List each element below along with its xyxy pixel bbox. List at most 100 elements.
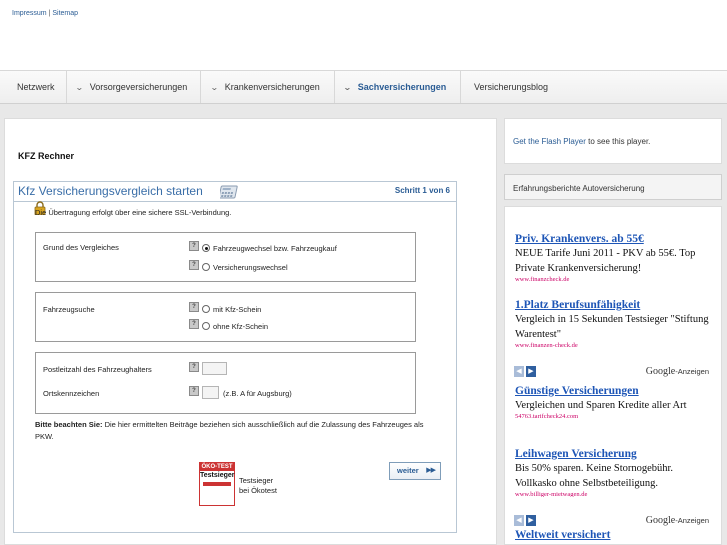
sitemap-link[interactable]: Sitemap bbox=[52, 10, 78, 17]
oekotest-brand: ÖKO-TEST bbox=[200, 463, 234, 471]
ad-item[interactable]: Priv. Krankenvers. ab 55€ NEUE Tarife Ju… bbox=[515, 233, 715, 282]
nav-item-sachversicherungen[interactable]: ⌄ Sachversicherungen bbox=[343, 71, 447, 103]
ad-title[interactable]: Günstige Versicherungen bbox=[515, 385, 715, 397]
flash-player-text: to see this player. bbox=[585, 137, 651, 146]
weiter-button[interactable]: weiter ▶▶ bbox=[389, 462, 441, 480]
nav-item-label: Netzwerk bbox=[17, 82, 55, 92]
help-icon[interactable]: ? bbox=[189, 302, 199, 312]
nav-item-netzwerk[interactable]: Netzwerk bbox=[17, 71, 55, 103]
nav-item-krankenversicherungen[interactable]: ⌄ Krankenversicherungen bbox=[209, 71, 320, 103]
google-word: Google bbox=[645, 515, 676, 526]
plz-input[interactable] bbox=[202, 362, 227, 375]
ad-item[interactable]: Günstige Versicherungen Vergleichen und … bbox=[515, 385, 715, 420]
weiter-label: weiter bbox=[397, 466, 419, 475]
radio-label-mit-kfz-schein: mit Kfz-Schein bbox=[213, 305, 262, 314]
calculator-header: Kfz Versicherungsvergleich starten Schri… bbox=[14, 182, 456, 202]
google-anzeigen-label[interactable]: Google-Anzeigen bbox=[646, 366, 709, 377]
erfahrungsberichte-box[interactable]: Erfahrungsberichte Autoversicherung bbox=[504, 174, 722, 200]
ad-url[interactable]: 54763.tarifcheck24.com bbox=[515, 413, 715, 420]
ads-prev-icon[interactable]: ◀ bbox=[514, 366, 524, 377]
kfz-calculator-form: Kfz Versicherungsvergleich starten Schri… bbox=[13, 181, 457, 533]
google-anzeigen-label[interactable]: Google-Anzeigen bbox=[646, 515, 709, 526]
ad-item[interactable]: Weltweit versichert bbox=[515, 529, 715, 541]
main-content: KFZ Rechner Kfz Versicherungsvergleich s… bbox=[4, 118, 497, 545]
calculator-title: Kfz Versicherungsvergleich starten bbox=[18, 184, 203, 198]
ad-navigation-bar: ◀ ▶ Google-Anzeigen bbox=[514, 366, 714, 378]
grund-label: Grund des Vergleiches bbox=[43, 243, 119, 252]
testsieger-caption: Testsieger bei Ökotest bbox=[239, 476, 277, 496]
main-navigation: Netzwerk ⌄ Vorsorgeversicherungen ⌄ Kranke… bbox=[0, 70, 727, 104]
anzeigen-word: -Anzeigen bbox=[675, 367, 709, 376]
nav-item-versicherungsblog[interactable]: Versicherungsblog bbox=[474, 71, 548, 103]
ad-text: Vergleichen und Sparen Kredite aller Art bbox=[515, 400, 687, 411]
help-icon[interactable]: ? bbox=[189, 260, 199, 270]
ad-item[interactable]: Leihwagen Versicherung Bis 50% sparen. K… bbox=[515, 448, 715, 497]
grund-section: Grund des Vergleiches ? Fahrzeugwechsel … bbox=[35, 232, 416, 282]
help-icon[interactable]: ? bbox=[189, 319, 199, 329]
ad-url[interactable]: www.finanzen-check.de bbox=[515, 342, 715, 348]
chevron-down-icon: ⌄ bbox=[209, 83, 219, 92]
nav-divider bbox=[460, 71, 461, 103]
oekotest-badge-bar bbox=[203, 482, 231, 486]
top-links: Impressum | Sitemap bbox=[12, 10, 78, 17]
get-flash-player-link[interactable]: Get the Flash Player bbox=[513, 137, 586, 146]
anzeigen-word: -Anzeigen bbox=[675, 516, 709, 525]
ad-item[interactable]: 1.Platz Berufsunfähigkeit Vergleich in 1… bbox=[515, 299, 715, 348]
plz-label: Postleitzahl des Fahrzeughalters bbox=[43, 365, 152, 374]
nav-item-vorsorgeversicherungen[interactable]: ⌄ Vorsorgeversicherungen bbox=[74, 71, 188, 103]
nav-divider bbox=[334, 71, 335, 103]
nav-item-label: Sachversicherungen bbox=[357, 82, 447, 92]
nav-item-label: Vorsorgeversicherungen bbox=[89, 82, 188, 92]
calculator-icon bbox=[220, 185, 238, 199]
nav-item-label: Versicherungsblog bbox=[474, 82, 549, 92]
radio-mit-kfz-schein[interactable] bbox=[202, 305, 210, 313]
radio-label-ohne-kfz-schein: ohne Kfz-Schein bbox=[213, 322, 269, 331]
radio-versicherungswechsel[interactable] bbox=[202, 263, 210, 271]
ad-text: NEUE Tarife Juni 2011 - PKV ab 55€. Top … bbox=[515, 248, 696, 274]
testsieger-caption-line1: Testsieger bbox=[239, 476, 274, 485]
ortskennzeichen-hint: (z.B. A für Augsburg) bbox=[223, 389, 292, 398]
help-icon[interactable]: ? bbox=[189, 386, 199, 396]
ad-title[interactable]: Weltweit versichert bbox=[515, 529, 715, 541]
ad-url[interactable]: www.billiger-mietwagen.de bbox=[515, 491, 715, 497]
radio-ohne-kfz-schein[interactable] bbox=[202, 322, 210, 330]
fahrzeugsuche-section: Fahrzeugsuche ? mit Kfz-Schein ? ohne Kf… bbox=[35, 292, 416, 342]
radio-label-versicherungswechsel: Versicherungswechsel bbox=[213, 263, 288, 272]
nav-divider bbox=[66, 71, 67, 103]
chevron-down-icon: ⌄ bbox=[74, 83, 84, 92]
flash-player-box: Get the Flash Player to see this player. bbox=[504, 118, 722, 164]
ad-text: Vergleich in 15 Sekunden Testsieger "Sti… bbox=[515, 314, 709, 340]
ads-next-icon[interactable]: ▶ bbox=[526, 515, 536, 526]
page-title: KFZ Rechner bbox=[18, 151, 75, 161]
testsieger-caption-line2: bei Ökotest bbox=[239, 486, 277, 495]
help-icon[interactable]: ? bbox=[189, 241, 199, 251]
ssl-notice: Die Übertragung erfolgt über eine sicher… bbox=[35, 208, 232, 217]
ads-next-icon[interactable]: ▶ bbox=[526, 366, 536, 377]
ads-prev-icon[interactable]: ◀ bbox=[514, 515, 524, 526]
erfahrungsberichte-label: Erfahrungsberichte Autoversicherung bbox=[513, 184, 645, 193]
oekotest-badge: ÖKO-TEST Testsieger bbox=[199, 462, 235, 506]
google-word: Google bbox=[645, 366, 676, 377]
help-icon[interactable]: ? bbox=[189, 362, 199, 372]
radio-label-fahrzeugwechsel: Fahrzeugwechsel bzw. Fahrzeugkauf bbox=[213, 244, 337, 253]
ad-navigation-bar: ◀ ▶ Google-Anzeigen bbox=[514, 515, 714, 527]
nav-divider bbox=[200, 71, 201, 103]
step-indicator: Schritt 1 von 6 bbox=[394, 186, 450, 195]
nav-item-label: Krankenversicherungen bbox=[224, 82, 320, 92]
hinweis-text: Bitte beachten Sie: Die hier ermittelten… bbox=[35, 419, 435, 443]
ad-title[interactable]: Priv. Krankenvers. ab 55€ bbox=[515, 233, 715, 245]
top-links-separator: | bbox=[48, 10, 51, 17]
ad-text: Bis 50% sparen. Keine Stornogebühr. Voll… bbox=[515, 463, 674, 489]
impressum-link[interactable]: Impressum bbox=[12, 10, 47, 17]
oekotest-badge-title: Testsieger bbox=[200, 472, 235, 479]
ad-title[interactable]: Leihwagen Versicherung bbox=[515, 448, 715, 460]
plz-kennzeichen-section: Postleitzahl des Fahrzeughalters ? Ortsk… bbox=[35, 352, 416, 414]
ortskennzeichen-input[interactable] bbox=[202, 386, 219, 399]
ortskennzeichen-label: Ortskennzeichen bbox=[43, 389, 100, 398]
google-ads-box: Priv. Krankenvers. ab 55€ NEUE Tarife Ju… bbox=[504, 206, 722, 545]
hinweis-bold: Bitte beachten Sie: bbox=[35, 420, 103, 429]
ad-title[interactable]: 1.Platz Berufsunfähigkeit bbox=[515, 299, 715, 311]
radio-fahrzeugwechsel[interactable] bbox=[202, 244, 210, 252]
fahrzeugsuche-label: Fahrzeugsuche bbox=[43, 305, 95, 314]
ad-url[interactable]: www.finanzcheck.de bbox=[515, 276, 715, 282]
